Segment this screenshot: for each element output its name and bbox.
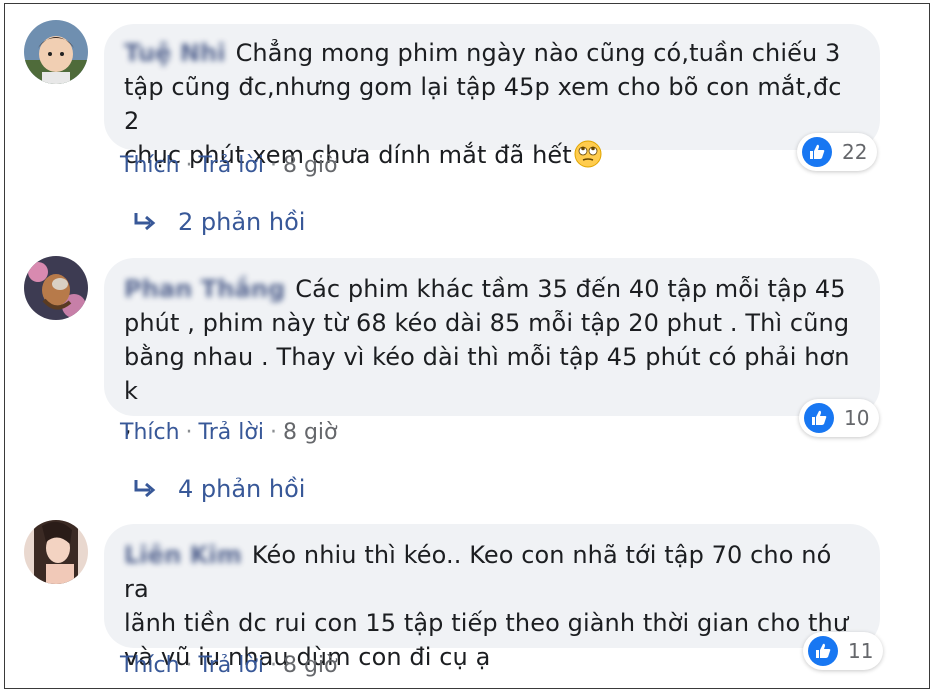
reaction-summary[interactable]: 11	[803, 632, 884, 670]
reply-link[interactable]: Trả lời	[199, 153, 264, 178]
like-link[interactable]: Thích	[120, 153, 180, 178]
comment-bubble: Tuệ Nhi Chẳng mong phim ngày nào cũng có,…	[104, 24, 880, 169]
like-icon	[808, 636, 838, 666]
comment-time[interactable]: 8 giờ	[283, 653, 338, 678]
like-link[interactable]: Thích	[120, 420, 180, 445]
commenter-avatar[interactable]	[24, 20, 88, 84]
view-replies-link[interactable]: 2 phản hồi	[132, 208, 305, 236]
reaction-count: 22	[842, 140, 868, 164]
separator-dot: ·	[269, 420, 277, 445]
comment-actions: Thích · Trả lời · 8 giờ	[120, 153, 338, 178]
comment-time[interactable]: 8 giờ	[283, 153, 338, 178]
reply-link[interactable]: Trả lời	[199, 420, 264, 445]
reaction-count: 11	[848, 639, 874, 663]
face-with-rolling-eyes-icon	[574, 140, 602, 168]
comment-actions: Thích · Trả lời · 8 giờ	[120, 420, 338, 445]
comment-bubble: Liên Kim Kéo nhiu thì kéo.. Keo con nhã t…	[104, 524, 880, 671]
comment-bubble: Phan Thắng Các phim khác tầm 35 đến 40 tậ…	[104, 258, 880, 439]
like-link[interactable]: Thích	[120, 653, 180, 678]
reaction-summary[interactable]: 10	[799, 399, 880, 437]
reply-link[interactable]: Trả lời	[199, 653, 264, 678]
commenter-avatar[interactable]	[24, 520, 88, 584]
commenter-avatar[interactable]	[24, 256, 88, 320]
comment-time[interactable]: 8 giờ	[283, 420, 338, 445]
comment-text: Chẳng mong phim ngày nào cũng có,tuần ch…	[124, 39, 842, 169]
separator-dot: ·	[185, 153, 193, 178]
view-replies-link[interactable]: 4 phản hồi	[132, 475, 305, 503]
replies-count-label: 2 phản hồi	[178, 208, 306, 236]
reaction-count: 10	[844, 406, 870, 430]
comment-author[interactable]: Tuệ Nhi	[124, 36, 226, 70]
separator-dot: ·	[185, 653, 193, 678]
reply-arrow-icon	[134, 480, 156, 498]
comment-author[interactable]: Liên Kim	[124, 538, 242, 572]
like-icon	[804, 403, 834, 433]
separator-dot: ·	[185, 420, 193, 445]
separator-dot: ·	[269, 153, 277, 178]
separator-dot: ·	[269, 653, 277, 678]
reaction-summary[interactable]: 22	[797, 133, 878, 171]
comment-actions: Thích · Trả lời · 8 giờ	[120, 653, 338, 678]
replies-count-label: 4 phản hồi	[178, 475, 306, 503]
like-icon	[802, 137, 832, 167]
comment-author[interactable]: Phan Thắng	[124, 272, 285, 306]
reply-arrow-icon	[134, 213, 156, 231]
